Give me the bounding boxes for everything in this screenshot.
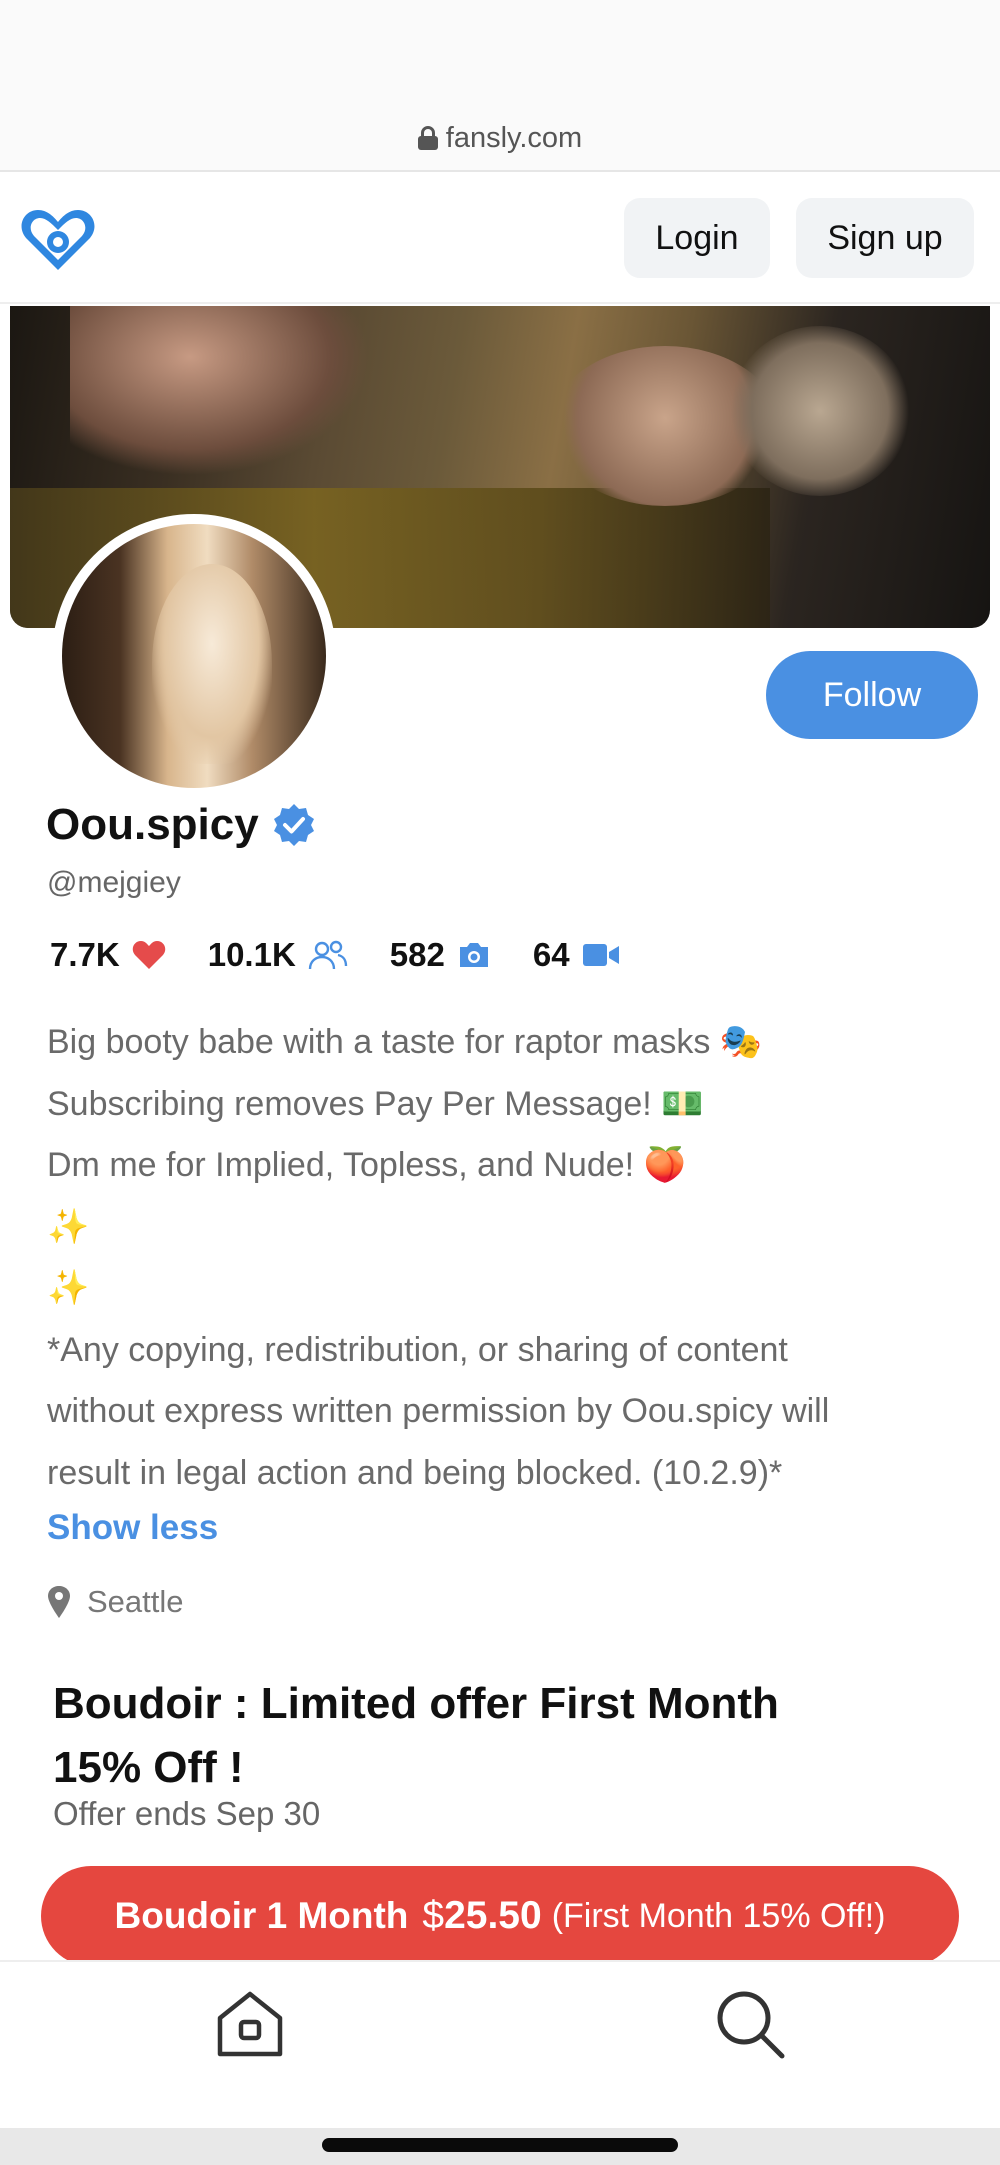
verified-icon	[273, 804, 314, 846]
video-icon	[582, 944, 619, 966]
videos-stat: 64	[533, 936, 620, 974]
home-icon[interactable]	[212, 1986, 288, 2062]
lock-icon	[417, 126, 438, 150]
bio-line: without express written permission by Oo…	[47, 1392, 830, 1430]
url-text: fansly.com	[445, 122, 583, 154]
subscribe-note: (First Month 15% Off!)	[551, 1896, 886, 1935]
followers-count: 10.1K	[207, 936, 296, 973]
price-value: 25.50	[444, 1894, 542, 1937]
promo-title-line: 15% Off !	[53, 1743, 244, 1792]
bio-line: Subscribing removes Pay Per Message! 💵	[47, 1084, 704, 1123]
followers-icon	[308, 940, 347, 970]
heart-icon	[132, 941, 165, 969]
currency-symbol: $	[422, 1894, 445, 1937]
home-indicator-bar	[0, 2128, 1000, 2165]
subscribe-button[interactable]: Boudoir 1 Month $25.50 (First Month 15% …	[41, 1866, 959, 1966]
photos-count: 582	[389, 936, 445, 973]
subscribe-tier: Boudoir 1 Month	[114, 1895, 409, 1936]
show-less-link[interactable]: Show less	[47, 1508, 218, 1548]
signup-button[interactable]: Sign up	[796, 198, 974, 278]
profile-handle: @mejgiey	[47, 866, 181, 899]
promo-subtitle: Offer ends Sep 30	[53, 1795, 321, 1832]
avatar[interactable]	[52, 514, 336, 798]
camera-icon	[459, 943, 488, 967]
url-display[interactable]: fansly.com	[0, 122, 1000, 155]
bio-line: *Any copying, redistribution, or sharing…	[47, 1330, 788, 1369]
browser-url-bar[interactable]: fansly.com	[0, 0, 1000, 172]
likes-count: 7.7K	[50, 936, 120, 973]
home-indicator[interactable]	[322, 2138, 678, 2152]
bottom-nav	[0, 1960, 1000, 2130]
search-icon[interactable]	[712, 1986, 788, 2062]
videos-count: 64	[532, 936, 570, 973]
profile-bio: Big booty babe with a taste for raptor m…	[47, 1012, 967, 1504]
promo-title-line: Boudoir : Limited offer First Month	[53, 1679, 779, 1728]
bio-line: Big booty babe with a taste for raptor m…	[47, 1023, 763, 1061]
promo-title: Boudoir : Limited offer First Month 15% …	[53, 1672, 813, 1800]
bio-line: result in legal action and being blocked…	[47, 1453, 783, 1492]
location: Seattle	[47, 1584, 184, 1620]
photos-stat: 582	[390, 936, 491, 974]
likes-stat: 7.7K	[50, 936, 166, 974]
bio-line: ✨	[47, 1207, 90, 1246]
profile-stats: 7.7K 10.1K 582 64	[50, 930, 662, 980]
display-name: Oou.spicy	[46, 800, 259, 849]
app-header: Login Sign up	[0, 174, 1000, 304]
bio-line: ✨	[47, 1269, 90, 1307]
bio-line: Dm me for Implied, Topless, and Nude! 🍑	[47, 1146, 686, 1184]
followers-stat: 10.1K	[208, 936, 348, 974]
fansly-logo[interactable]	[18, 204, 98, 274]
profile-name: Oou.spicy	[46, 800, 317, 850]
follow-button[interactable]: Follow	[766, 651, 978, 739]
login-button[interactable]: Login	[624, 198, 770, 278]
subscribe-price: $25.50	[422, 1894, 541, 1938]
location-text: Seattle	[87, 1584, 184, 1619]
location-pin-icon	[48, 1586, 70, 1618]
